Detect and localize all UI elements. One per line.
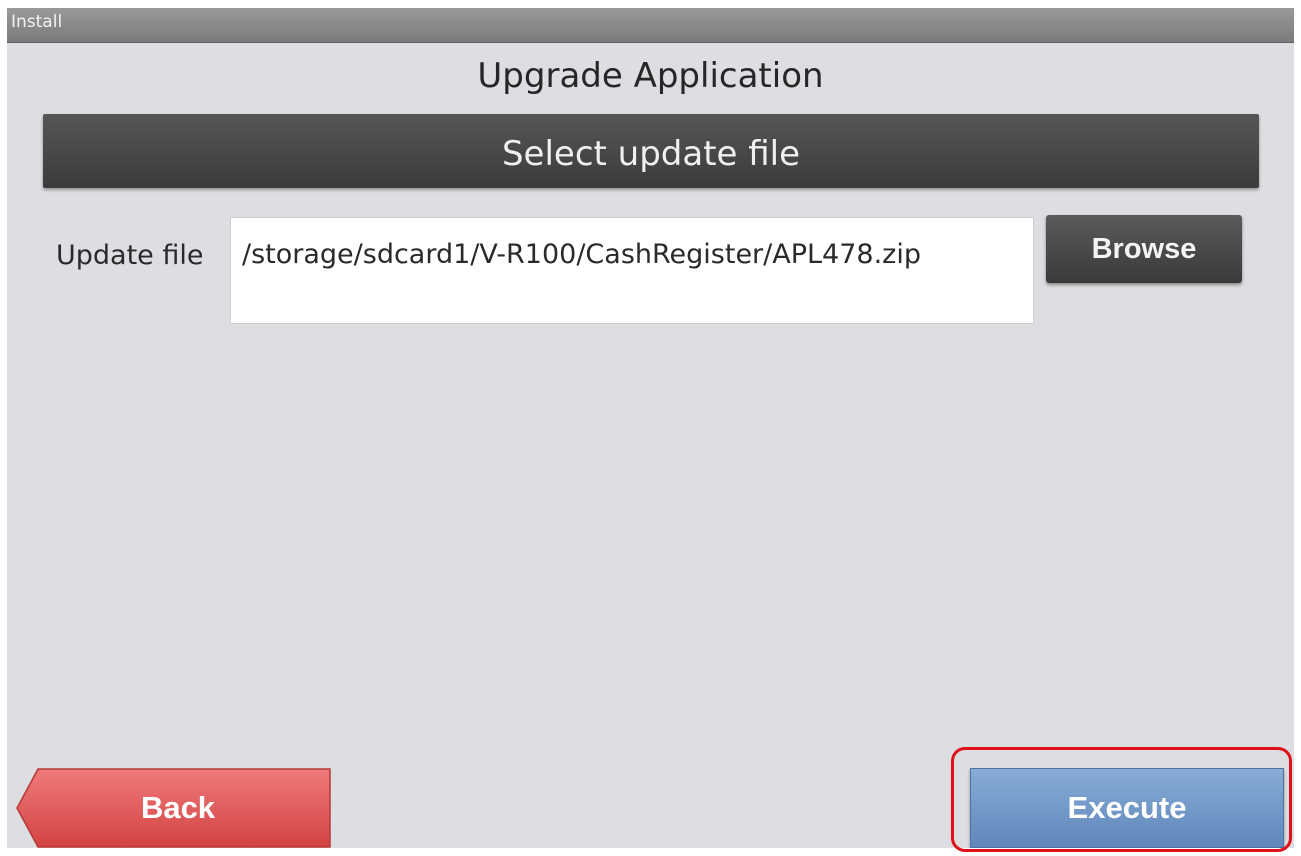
back-button[interactable]: Back xyxy=(16,768,332,848)
page-title: Upgrade Application xyxy=(477,56,824,96)
update-file-field[interactable]: /storage/sdcard1/V-R100/CashRegister/APL… xyxy=(230,217,1034,324)
section-header-label: Select update file xyxy=(501,134,801,174)
window-title: Install xyxy=(11,12,63,32)
execute-highlight-annotation xyxy=(951,747,1292,852)
browse-button[interactable]: Browse xyxy=(1046,215,1242,283)
section-header: Select update file xyxy=(43,114,1259,188)
update-file-label: Update file xyxy=(56,240,204,271)
back-button-label: Back xyxy=(140,790,216,825)
title-bar: Install xyxy=(7,8,1294,43)
install-screen: Install Upgrade Application Select updat… xyxy=(7,8,1294,848)
